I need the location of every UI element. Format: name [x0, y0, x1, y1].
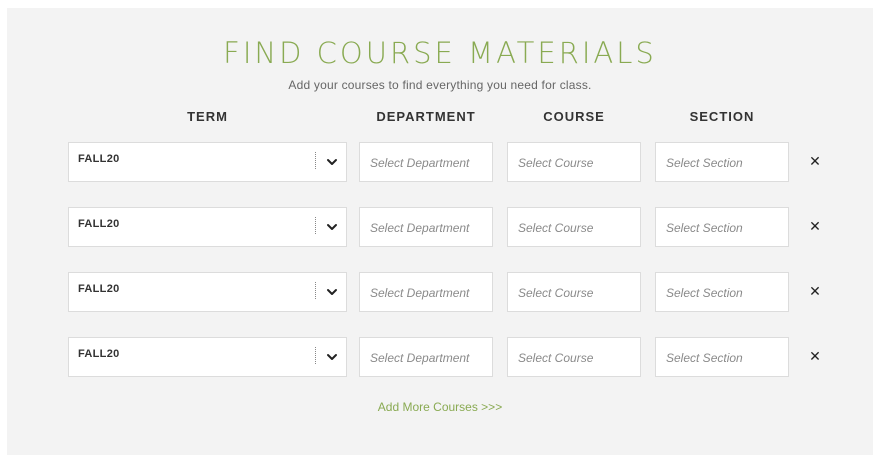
column-header-section: SECTION — [689, 109, 755, 124]
course-finder-panel: FIND COURSE MATERIALS Add your courses t… — [7, 8, 873, 455]
chevron-down-icon[interactable] — [325, 220, 339, 234]
term-select[interactable]: FALL20 — [68, 207, 347, 247]
close-icon[interactable]: ✕ — [807, 348, 823, 364]
page-subtitle: Add your courses to find everything you … — [288, 78, 592, 92]
chevron-down-icon[interactable] — [325, 285, 339, 299]
department-select[interactable]: Select Department — [359, 272, 493, 312]
term-value: FALL20 — [78, 283, 120, 295]
course-select[interactable]: Select Course — [507, 207, 641, 247]
course-row: FALL20 Select Department Select Course S… — [7, 272, 873, 314]
course-row: FALL20 Select Department Select Course S… — [7, 337, 873, 379]
chevron-down-icon[interactable] — [325, 350, 339, 364]
course-select[interactable]: Select Course — [507, 142, 641, 182]
page-title: FIND COURSE MATERIALS — [223, 36, 657, 70]
term-value: FALL20 — [78, 153, 120, 165]
column-header-course: COURSE — [543, 109, 605, 124]
term-select[interactable]: FALL20 — [68, 142, 347, 182]
section-select[interactable]: Select Section — [655, 142, 789, 182]
course-row: FALL20 Select Department Select Course S… — [7, 207, 873, 249]
chevron-down-icon[interactable] — [325, 155, 339, 169]
department-select[interactable]: Select Department — [359, 207, 493, 247]
column-header-term: TERM — [187, 109, 228, 124]
section-select[interactable]: Select Section — [655, 207, 789, 247]
section-select[interactable]: Select Section — [655, 337, 789, 377]
course-select[interactable]: Select Course — [507, 272, 641, 312]
course-select[interactable]: Select Course — [507, 337, 641, 377]
close-icon[interactable]: ✕ — [807, 218, 823, 234]
dropdown-separator — [315, 282, 316, 299]
course-row: FALL20 Select Department Select Course S… — [7, 142, 873, 184]
close-icon[interactable]: ✕ — [807, 283, 823, 299]
add-more-courses-link[interactable]: Add More Courses >>> — [7, 400, 873, 414]
term-value: FALL20 — [78, 348, 120, 360]
dropdown-separator — [315, 347, 316, 364]
dropdown-separator — [315, 152, 316, 169]
column-header-department: DEPARTMENT — [376, 109, 476, 124]
term-select[interactable]: FALL20 — [68, 337, 347, 377]
dropdown-separator — [315, 217, 316, 234]
close-icon[interactable]: ✕ — [807, 153, 823, 169]
term-select[interactable]: FALL20 — [68, 272, 347, 312]
department-select[interactable]: Select Department — [359, 337, 493, 377]
department-select[interactable]: Select Department — [359, 142, 493, 182]
section-select[interactable]: Select Section — [655, 272, 789, 312]
term-value: FALL20 — [78, 218, 120, 230]
